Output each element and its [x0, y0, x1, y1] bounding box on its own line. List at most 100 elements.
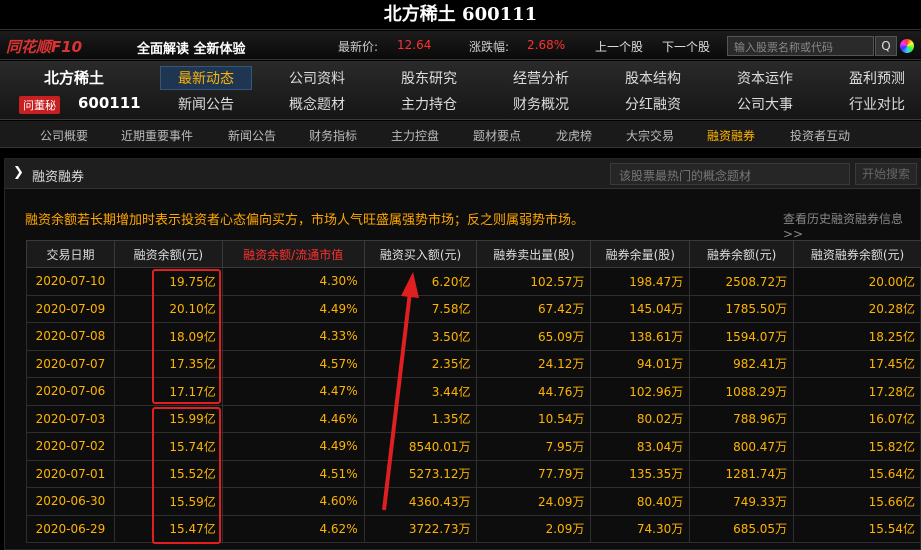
table-cell: 2020-06-29 — [26, 514, 115, 543]
table-cell: 2.09万 — [476, 514, 592, 543]
table-cell: 3.50亿 — [363, 322, 478, 351]
table-cell: 2020-06-30 — [26, 487, 115, 516]
menu-profit-forecast[interactable]: 盈利预测 — [831, 67, 921, 91]
table-cell: 4.46% — [221, 404, 365, 433]
subnav-investor-interaction[interactable]: 投资者互动 — [790, 127, 850, 144]
subnav-major-control[interactable]: 主力控盘 — [391, 127, 439, 144]
table-cell: 4.60% — [221, 487, 365, 516]
table-cell: 4.49% — [221, 432, 365, 461]
table-cell: 2.35亿 — [363, 349, 478, 378]
header-financing-balance[interactable]: 融资余额(元) — [113, 240, 223, 268]
table-cell: 80.40万 — [590, 487, 691, 516]
table-cell: 17.45亿 — [793, 349, 921, 378]
table-cell: 17.28亿 — [793, 377, 921, 406]
table-cell: 74.30万 — [590, 514, 691, 543]
menu-shareholder-research[interactable]: 股东研究 — [383, 67, 475, 91]
menu-company-info[interactable]: 公司资料 — [271, 67, 363, 91]
menu-major-holdings[interactable]: 主力持仓 — [383, 93, 475, 117]
table-cell: 749.33万 — [689, 487, 795, 516]
table-cell: 5273.12万 — [363, 459, 478, 488]
table-cell: 4.51% — [221, 459, 365, 488]
table-cell: 24.12万 — [476, 349, 592, 378]
table-cell: 44.76万 — [476, 377, 592, 406]
table-cell: 982.41万 — [689, 349, 795, 378]
subnav-recent-events[interactable]: 近期重要事件 — [121, 127, 193, 144]
table-cell: 2020-07-10 — [26, 267, 115, 296]
header-short-remaining[interactable]: 融券余量(股) — [590, 240, 691, 268]
change-label: 涨跌幅: — [469, 40, 510, 54]
next-stock-link[interactable]: 下一个股 — [662, 38, 710, 55]
menu-operation-analysis[interactable]: 经营分析 — [495, 67, 587, 91]
table-cell: 2020-07-02 — [26, 432, 115, 461]
header-short-balance[interactable]: 融券余额(元) — [689, 240, 795, 268]
subnav-theme-points[interactable]: 题材要点 — [473, 127, 521, 144]
table-cell: 7.95万 — [476, 432, 592, 461]
table-cell: 3.44亿 — [363, 377, 478, 406]
start-search-button[interactable]: 开始搜索 — [855, 163, 917, 185]
subnav-block-trades[interactable]: 大宗交易 — [626, 127, 674, 144]
table-cell: 80.02万 — [590, 404, 691, 433]
menu-latest-news[interactable]: 最新动态 — [160, 66, 252, 90]
menu-industry-comparison[interactable]: 行业对比 — [831, 93, 921, 117]
subnav-news[interactable]: 新闻公告 — [228, 127, 276, 144]
menu-dividend-financing[interactable]: 分红融资 — [607, 93, 699, 117]
table-cell: 1281.74万 — [689, 459, 795, 488]
stock-search-input[interactable]: 输入股票名称或代码 — [727, 36, 874, 56]
header-financing-buy[interactable]: 融资买入额(元) — [363, 240, 478, 268]
menu-concept-themes[interactable]: 概念题材 — [271, 93, 363, 117]
prev-stock-link[interactable]: 上一个股 — [595, 38, 643, 55]
header-date[interactable]: 交易日期 — [26, 240, 115, 268]
window-title-bar: 北方稀土 600111 — [0, 0, 921, 30]
menu-company-events[interactable]: 公司大事 — [719, 93, 811, 117]
menu-share-structure[interactable]: 股本结构 — [607, 67, 699, 91]
table-cell: 800.47万 — [689, 432, 795, 461]
stock-code: 600111 — [78, 94, 141, 112]
search-icon: Q — [881, 39, 891, 53]
margin-notice: 融资余额若长期增加时表示投资者心态偏向买方，市场人气旺盛属强势市场；反之则属弱势… — [25, 213, 585, 228]
table-cell: 77.79万 — [476, 459, 592, 488]
subnav-dragon-tiger[interactable]: 龙虎榜 — [556, 127, 592, 144]
header-short-sell-volume[interactable]: 融券卖出量(股) — [476, 240, 592, 268]
table-cell: 102.96万 — [590, 377, 691, 406]
brand-logo: 同花顺F10 — [6, 38, 83, 56]
change-value: 2.68% — [527, 38, 566, 52]
concept-search-input[interactable]: 该股票最热门的概念题材 — [610, 163, 850, 185]
table-cell: 4.47% — [221, 377, 365, 406]
menu-financial-overview[interactable]: 财务概况 — [495, 93, 587, 117]
annotation-box-bottom — [152, 407, 221, 544]
table-cell: 24.09万 — [476, 487, 592, 516]
subnav-margin-trading[interactable]: 融资融券 — [707, 127, 755, 144]
header-total-balance[interactable]: 融资融券余额(元) — [793, 240, 921, 268]
table-cell: 4.30% — [221, 267, 365, 296]
table-cell: 1594.07万 — [689, 322, 795, 351]
table-cell: 8540.01万 — [363, 432, 478, 461]
table-cell: 2020-07-01 — [26, 459, 115, 488]
table-header-row: 交易日期 融资余额(元) 融资余额/流通市值 融资买入额(元) 融券卖出量(股)… — [26, 240, 921, 268]
theme-color-icon[interactable] — [900, 39, 914, 53]
history-link[interactable]: 查看历史融资融券信息>> — [783, 210, 920, 241]
menu-capital-operation[interactable]: 资本运作 — [719, 67, 811, 91]
table-cell: 20.00亿 — [793, 267, 921, 296]
subnav-company-summary[interactable]: 公司概要 — [40, 127, 88, 144]
table-cell: 20.28亿 — [793, 294, 921, 323]
quote-bar: 同花顺F10 全面解读 全新体验 最新价: 12.64 涨跌幅: 2.68% 上… — [0, 31, 921, 60]
annotation-box-top — [152, 269, 221, 404]
ask-secretary-badge[interactable]: 问董秘 — [19, 96, 60, 114]
sub-navigation: 公司概要 近期重要事件 新闻公告 财务指标 主力控盘 题材要点 龙虎榜 大宗交易… — [0, 121, 921, 148]
table-cell: 2020-07-03 — [26, 404, 115, 433]
price-value: 12.64 — [397, 38, 432, 52]
brand-slogan: 全面解读 全新体验 — [137, 42, 246, 57]
table-cell: 2508.72万 — [689, 267, 795, 296]
table-cell: 2020-07-08 — [26, 322, 115, 351]
menu-news-announcements[interactable]: 新闻公告 — [160, 93, 252, 117]
table-cell: 94.01万 — [590, 349, 691, 378]
margin-trading-panel: ❯ 融资融券 该股票最热门的概念题材 开始搜索 融资余额若长期增加时表示投资者心… — [4, 158, 921, 550]
table-cell: 4.62% — [221, 514, 365, 543]
table-cell: 4360.43万 — [363, 487, 478, 516]
table-cell: 4.57% — [221, 349, 365, 378]
search-button[interactable]: Q — [875, 36, 897, 56]
header-balance-ratio[interactable]: 融资余额/流通市值 — [221, 240, 365, 268]
table-cell: 2020-07-07 — [26, 349, 115, 378]
subnav-financial-indicators[interactable]: 财务指标 — [309, 127, 357, 144]
table-cell: 102.57万 — [476, 267, 592, 296]
